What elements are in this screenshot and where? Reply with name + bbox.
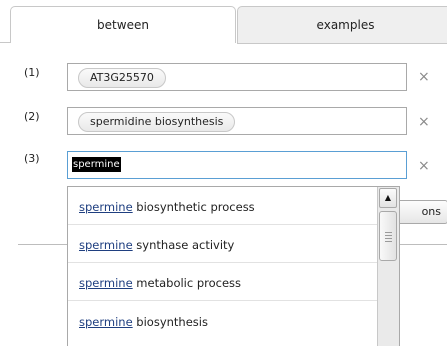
clear-icon-3[interactable]: × [418, 159, 430, 173]
term-input-3[interactable]: spermine [67, 151, 407, 179]
suggestion-item[interactable]: spermine synthase activity [79, 238, 234, 252]
grip-line [385, 235, 392, 236]
suggestion-rest: metabolic process [132, 276, 242, 290]
row-2-number: (2) [24, 110, 40, 123]
dropdown-scrollbar[interactable]: ▲ [377, 187, 399, 346]
grip-line [385, 238, 392, 239]
term-field-2[interactable]: spermidine biosynthesis [67, 107, 407, 135]
row-1-number: (1) [24, 66, 40, 79]
suggestion-rest: synthase activity [132, 238, 235, 252]
suggestion-item[interactable]: spermine biosynthetic process [79, 200, 255, 214]
clear-icon-2[interactable]: × [418, 115, 430, 129]
suggestion-match: spermine [79, 238, 133, 252]
tab-between-label: between [97, 18, 149, 32]
suggestion-item[interactable]: spermine metabolic process [79, 276, 241, 290]
suggestion-match: spermine [79, 200, 133, 214]
suggestion-item[interactable]: spermine biosynthesis [79, 315, 208, 329]
suggestion-match: spermine [79, 276, 133, 290]
term-chip-2[interactable]: spermidine biosynthesis [78, 112, 236, 132]
grip-line [385, 232, 392, 233]
options-button-label: ons [421, 205, 441, 218]
tab-examples-label: examples [316, 18, 375, 32]
arrow-up-icon[interactable]: ▲ [379, 188, 397, 208]
tab-baseline [0, 42, 10, 43]
autocomplete-dropdown[interactable]: spermine biosynthetic process spermine s… [67, 186, 400, 346]
suggestion-match: spermine [79, 315, 133, 329]
tab-between[interactable]: between [10, 6, 236, 43]
tab-examples[interactable]: examples [237, 6, 447, 44]
section-divider-left [18, 244, 70, 245]
row-3-number: (3) [24, 152, 40, 165]
suggestion-divider [68, 262, 378, 263]
options-button[interactable]: ons [392, 200, 447, 224]
term-input-3-value: spermine [72, 157, 121, 172]
suggestion-rest: biosynthetic process [132, 200, 255, 214]
suggestion-divider [68, 224, 378, 225]
suggestion-divider [68, 300, 378, 301]
grip-line [385, 241, 392, 242]
clear-icon-1[interactable]: × [418, 70, 430, 84]
term-chip-1[interactable]: AT3G25570 [78, 68, 166, 88]
term-field-1[interactable]: AT3G25570 [67, 63, 407, 91]
scrollbar-thumb[interactable] [379, 211, 397, 261]
suggestion-rest: biosynthesis [132, 315, 208, 329]
